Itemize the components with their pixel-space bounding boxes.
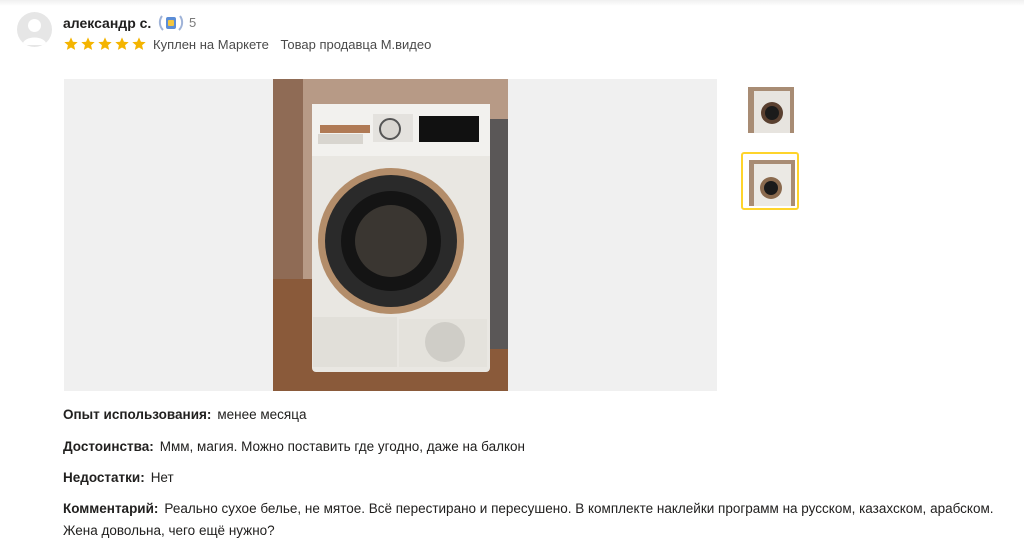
star-icon (115, 37, 129, 50)
pros-row: Достоинства: Ммм, магия. Можно поставить … (63, 436, 1006, 458)
top-divider (0, 0, 1024, 6)
cons-value: Нет (150, 470, 174, 485)
star-icon (64, 37, 78, 50)
user-avatar-icon[interactable] (17, 12, 52, 47)
comment-label: Комментарий: (63, 501, 159, 516)
comment-row: Комментарий: Реально сухое белье, не мято… (63, 498, 1006, 542)
rating-stars (63, 36, 147, 52)
star-icon (98, 37, 112, 50)
photo-thumbnail[interactable] (748, 87, 794, 133)
cons-row: Недостатки: Нет (63, 467, 1006, 489)
laurel-badge-icon[interactable] (157, 13, 185, 33)
photo-thumbnail[interactable] (749, 160, 795, 206)
dryer-photo[interactable] (273, 79, 508, 391)
author-reviews-count: 5 (189, 15, 197, 30)
experience-row: Опыт использования: менее месяца (63, 404, 1006, 426)
pros-label: Достоинства: (63, 439, 154, 454)
photo-thumbnail-selected[interactable] (741, 152, 799, 210)
tag-seller: Товар продавца М.видео (280, 37, 432, 52)
review-author-name[interactable]: александр с. (63, 15, 151, 31)
experience-label: Опыт использования: (63, 407, 212, 422)
star-icon (81, 37, 95, 50)
tag-bought-on-market: Куплен на Маркете (153, 37, 269, 52)
experience-value: менее месяца (217, 407, 307, 422)
cons-label: Недостатки: (63, 470, 145, 485)
star-icon (132, 37, 146, 50)
pros-value: Ммм, магия. Можно поставить где угодно, … (159, 439, 526, 454)
review-tags: Куплен на Маркете Товар продавца М.видео (153, 37, 431, 52)
main-photo-viewer[interactable] (64, 79, 717, 391)
comment-value: Реально сухое белье, не мятое. Всё перес… (63, 501, 994, 538)
